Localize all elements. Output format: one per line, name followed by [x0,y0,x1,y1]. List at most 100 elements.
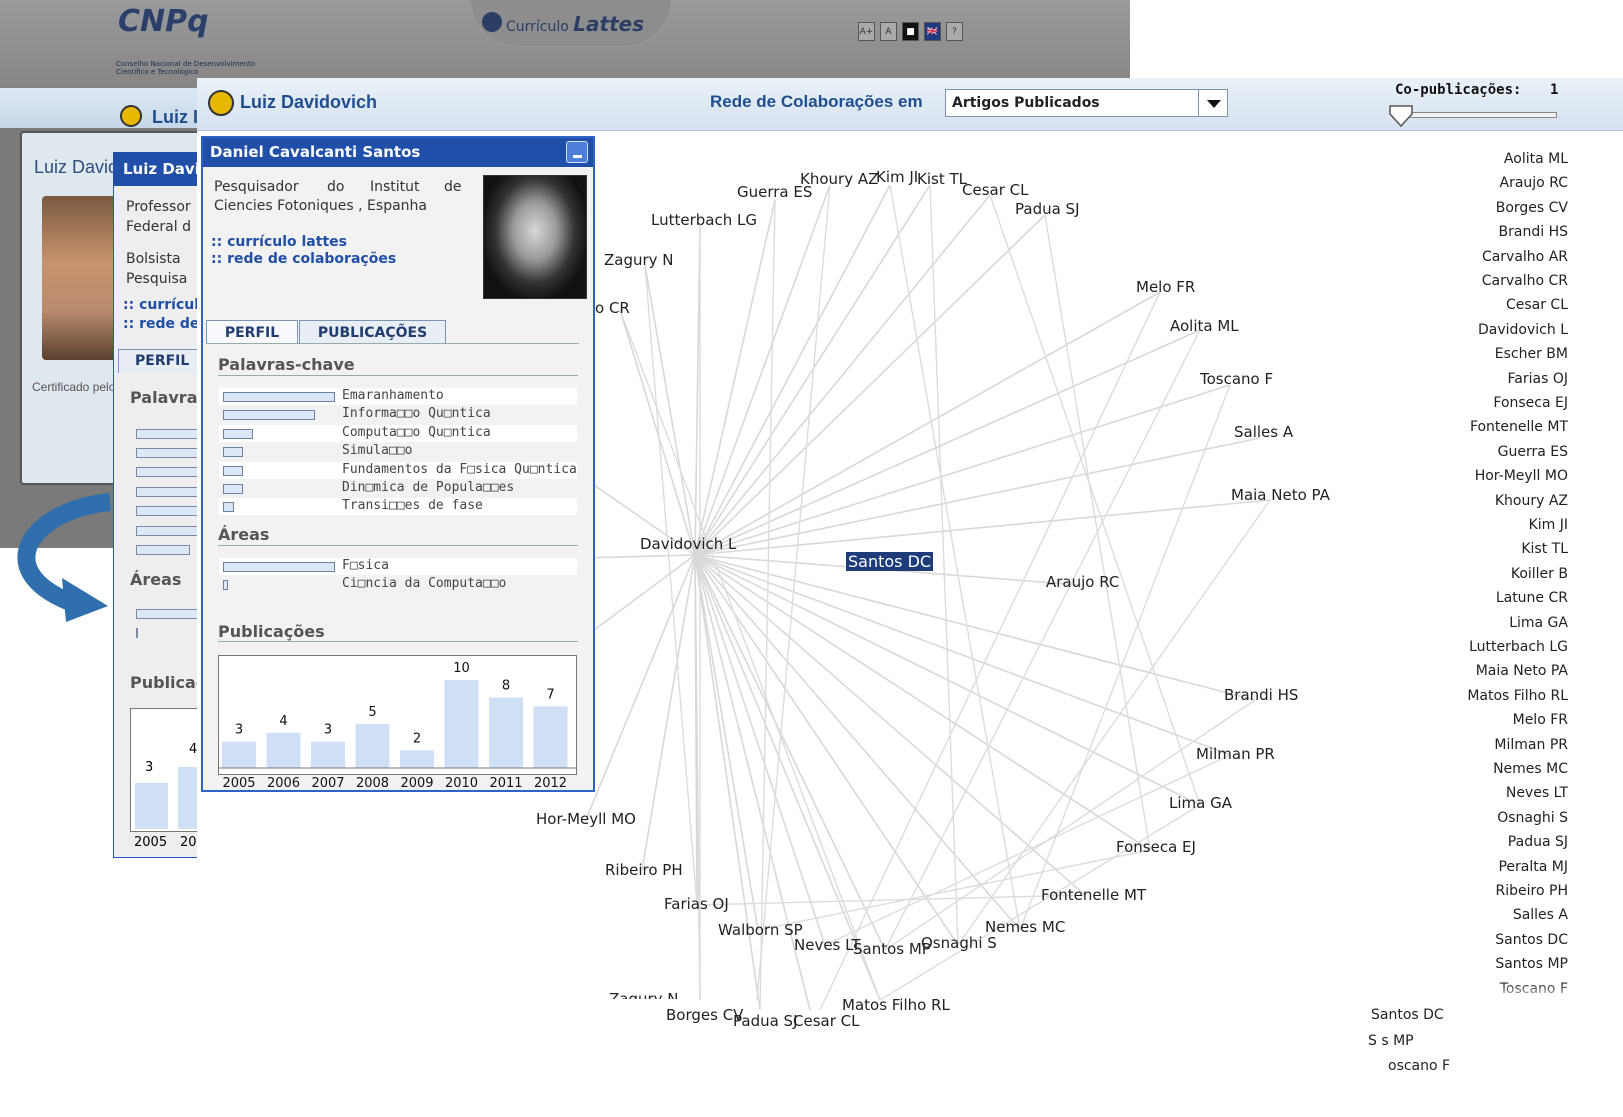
author-list-item[interactable]: Peralta MJ [1498,859,1568,875]
author-list-item[interactable]: Matos Filho RL [1467,688,1568,704]
author-list-item[interactable]: Hor-Meyll MO [1475,468,1568,484]
chart-bar [355,724,390,768]
keyword-label: Simula□□o [342,443,413,459]
author-list-item[interactable]: Milman PR [1494,737,1568,753]
network-edge [694,554,811,1011]
author-list-item[interactable]: Khoury AZ [1495,493,1568,509]
chart-bar [489,697,523,768]
selected-network-node[interactable]: Santos DC [846,552,934,571]
author-list-item[interactable]: Latune CR [1496,590,1568,606]
author-list-item[interactable]: Santos DC [1495,932,1568,948]
author-list-item[interactable]: Melo FR [1513,712,1568,728]
list-item[interactable]: Santos DC [1371,1007,1444,1023]
network-node[interactable]: Ribeiro PH [605,861,683,879]
chart-bar [400,750,434,768]
author-list-item[interactable]: Osnaghi S [1497,810,1568,826]
network-node[interactable]: Kim JI [876,168,918,186]
author-list-item[interactable]: Maia Neto PA [1476,663,1568,679]
network-node[interactable]: Padua SJ [733,1012,798,1030]
author-list-item[interactable]: Fonseca EJ [1493,395,1568,411]
network-edge [644,264,696,556]
author-list-item[interactable]: Ribeiro PH [1496,883,1568,899]
network-edge [694,184,831,556]
network-node[interactable]: Santos MP [853,940,931,958]
author-list-item[interactable]: Nemes MC [1493,761,1568,777]
network-node[interactable]: Fonseca EJ [1116,838,1196,856]
network-node[interactable]: Borges CV [666,1006,743,1024]
network-node[interactable]: Cesar CL [793,1012,859,1030]
author-list-item[interactable]: Kist TL [1521,541,1568,557]
author-list-item[interactable]: Guerra ES [1498,444,1568,460]
network-node[interactable]: Lima GA [1169,794,1232,812]
chart-value-label: 5 [368,705,376,720]
author-list-item[interactable]: Salles A [1513,907,1568,923]
chart-year-label: 2010 [445,776,478,791]
network-edge [694,214,1046,556]
popup-desc-word: de [444,179,462,195]
network-node[interactable]: Kist TL [917,170,967,188]
network-node[interactable]: Brandi HS [1224,686,1298,704]
network-node[interactable]: Neves LT [794,936,861,954]
keyword-label: Computa□□o Qu□ntica [342,424,491,440]
network-node[interactable]: Guerra ES [737,183,812,201]
author-list-item[interactable]: Araujo RC [1500,175,1569,191]
tab-publicacoes[interactable]: PUBLICAÇÕES [299,320,446,344]
author-list-item[interactable]: Aolita ML [1504,151,1568,167]
author-list-item[interactable]: Brandi HS [1499,224,1568,240]
network-node[interactable]: Salles A [1234,423,1293,441]
network-edge [619,309,696,556]
author-list-item[interactable]: Lutterbach LG [1469,639,1568,655]
network-node[interactable]: o CR [595,299,630,317]
author-list-item[interactable]: Escher BM [1495,346,1568,362]
network-node[interactable]: Hor-Meyll MO [536,810,636,828]
network-edge [694,554,1231,756]
author-list-item[interactable]: Carvalho AR [1482,249,1568,265]
author-list-item[interactable]: Fontenelle MT [1470,419,1568,435]
keyword-bar [223,562,335,572]
list-item[interactable]: oscano F [1388,1058,1450,1074]
chart-year-label: 2006 [267,776,300,791]
network-node[interactable]: Milman PR [1196,745,1275,763]
author-list-item[interactable]: Koiller B [1511,566,1568,582]
author-list-item[interactable]: Kim JI [1529,517,1568,533]
network-node[interactable]: Padua SJ [1015,200,1080,218]
network-edge [879,804,1201,1001]
author-list-item[interactable]: Davidovich L [1478,322,1568,338]
network-node[interactable]: Melo FR [1136,278,1195,296]
rede-colaboracoes-link[interactable]: :: rede de colaborações [211,251,396,267]
network-node[interactable]: Cesar CL [962,181,1028,199]
tab-perfil[interactable]: PERFIL [206,320,298,344]
chart-value-label: 7 [546,687,554,702]
network-node[interactable]: Osnaghi S [921,934,997,952]
network-node[interactable]: Nemes MC [985,918,1065,936]
popup-title: Daniel Cavalcanti Santos [210,143,421,161]
author-list-item[interactable]: Carvalho CR [1482,273,1568,289]
network-center-node[interactable]: Davidovich L [640,535,736,553]
network-edge [694,184,931,556]
divider [218,641,578,642]
minimize-icon[interactable] [566,141,588,163]
keyword-bar [223,580,228,591]
network-node[interactable]: Zagury N [604,251,674,269]
author-list-item[interactable]: Borges CV [1496,200,1568,216]
author-list-item[interactable]: Farias OJ [1508,371,1568,387]
network-node[interactable]: Toscano F [1200,370,1273,388]
author-list-item[interactable]: Lima GA [1509,615,1568,631]
areas-heading: Áreas [218,525,270,544]
author-list-item[interactable]: Santos MP [1495,956,1568,972]
network-node[interactable]: Farias OJ [664,895,729,913]
network-node[interactable]: Lutterbach LG [651,211,757,229]
network-node[interactable]: Walborn SP [718,921,803,939]
network-node[interactable]: Maia Neto PA [1231,486,1330,504]
network-node[interactable]: Zagury N [609,990,679,999]
network-node[interactable]: Fontenelle MT [1041,886,1146,904]
curriculo-lattes-link[interactable]: :: currículo lattes [211,234,347,250]
author-list-item[interactable]: Neves LT [1506,785,1568,801]
author-list-item[interactable]: Padua SJ [1508,834,1568,850]
chart-year-label: 2008 [356,776,389,791]
chart-year-label: 2007 [311,776,344,791]
author-list-item[interactable]: Cesar CL [1506,297,1568,313]
network-node[interactable]: Aolita ML [1170,317,1239,335]
network-node[interactable]: Araujo RC [1046,573,1119,591]
list-item[interactable]: S s MP [1368,1033,1414,1049]
